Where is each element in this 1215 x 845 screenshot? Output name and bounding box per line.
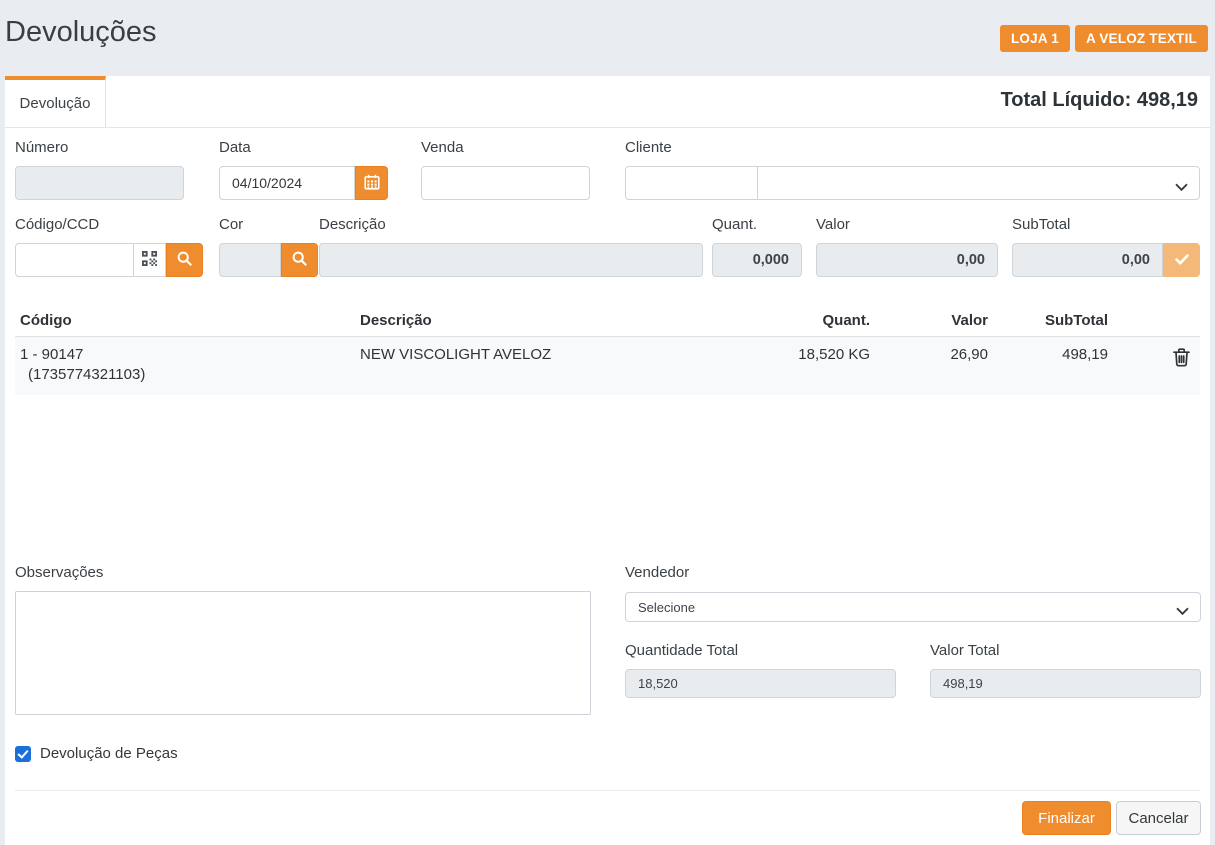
item-codigo: 1 - 90147 (1735774321103) bbox=[15, 346, 360, 383]
devolucao-panel: Devolução Total Líquido: 498,19 Número D… bbox=[5, 76, 1210, 845]
tab-devolucao[interactable]: Devolução bbox=[5, 76, 106, 127]
page-title: Devoluções bbox=[5, 16, 157, 49]
quant-input bbox=[712, 243, 802, 277]
devolucao-pecas-row: Devolução de Peças bbox=[15, 745, 178, 762]
calendar-button[interactable] bbox=[355, 166, 388, 200]
col-valor: Valor bbox=[870, 312, 988, 329]
total-liquido-label: Total Líquido: bbox=[1001, 89, 1132, 111]
qr-code-icon bbox=[142, 251, 157, 269]
vendedor-label: Vendedor bbox=[625, 564, 689, 581]
cliente-select-wrap bbox=[757, 166, 1200, 200]
subtotal-label: SubTotal bbox=[1012, 216, 1070, 233]
barcode-scan-button[interactable] bbox=[134, 243, 166, 277]
cor-label: Cor bbox=[219, 216, 243, 233]
tabbar-divider bbox=[5, 127, 1210, 128]
item-quant: 18,520 KG bbox=[665, 346, 870, 383]
venda-input[interactable] bbox=[421, 166, 590, 200]
cancelar-button[interactable]: Cancelar bbox=[1116, 801, 1201, 835]
item-subtotal: 498,19 bbox=[988, 346, 1108, 383]
calendar-icon bbox=[364, 174, 380, 193]
finalizar-button[interactable]: Finalizar bbox=[1022, 801, 1111, 835]
cor-input bbox=[219, 243, 281, 277]
observacoes-label: Observações bbox=[15, 564, 103, 581]
cor-search-button[interactable] bbox=[281, 243, 318, 277]
search-icon bbox=[177, 251, 192, 269]
table-row: 1 - 90147 (1735774321103) NEW VISCOLIGHT… bbox=[15, 337, 1200, 395]
header-badges: LOJA 1 A VELOZ TEXTIL bbox=[1000, 25, 1208, 52]
item-actions bbox=[1108, 346, 1200, 383]
cliente-select[interactable] bbox=[757, 166, 1200, 200]
total-liquido-value: 498,19 bbox=[1137, 89, 1198, 111]
confirm-item-button bbox=[1163, 243, 1200, 277]
devolucao-pecas-label: Devolução de Peças bbox=[40, 745, 178, 762]
top-header: Devoluções LOJA 1 A VELOZ TEXTIL bbox=[0, 0, 1215, 76]
devolucao-pecas-checkbox[interactable] bbox=[15, 746, 31, 762]
venda-label: Venda bbox=[421, 139, 464, 156]
numero-input bbox=[15, 166, 184, 200]
search-icon bbox=[292, 251, 307, 269]
quant-label: Quant. bbox=[712, 216, 757, 233]
valor-total-input bbox=[930, 669, 1201, 698]
codigo-search-button[interactable] bbox=[166, 243, 203, 277]
data-label: Data bbox=[219, 139, 251, 156]
footer-divider bbox=[15, 790, 1200, 791]
check-icon bbox=[1175, 253, 1189, 268]
valor-label: Valor bbox=[816, 216, 850, 233]
vendedor-select-wrap: Selecione bbox=[625, 592, 1201, 622]
descricao-input bbox=[319, 243, 703, 277]
store-badge[interactable]: LOJA 1 bbox=[1000, 25, 1070, 52]
delete-item-button[interactable] bbox=[1173, 348, 1190, 370]
quantidade-total-label: Quantidade Total bbox=[625, 642, 738, 659]
data-input[interactable] bbox=[219, 166, 355, 200]
items-table-header: Código Descrição Quant. Valor SubTotal bbox=[15, 305, 1200, 337]
col-descricao: Descrição bbox=[360, 312, 665, 329]
col-subtotal: SubTotal bbox=[988, 312, 1108, 329]
quantidade-total-input bbox=[625, 669, 896, 698]
subtotal-input bbox=[1012, 243, 1163, 277]
cliente-label: Cliente bbox=[625, 139, 672, 156]
trash-icon bbox=[1173, 355, 1190, 370]
valor-input bbox=[816, 243, 998, 277]
codigo-ccd-label: Código/CCD bbox=[15, 216, 99, 233]
item-codigo-line2: (1735774321103) bbox=[20, 366, 360, 383]
vendedor-select[interactable]: Selecione bbox=[625, 592, 1201, 622]
col-quant: Quant. bbox=[665, 312, 870, 329]
items-table: Código Descrição Quant. Valor SubTotal 1… bbox=[15, 305, 1200, 395]
col-codigo: Código bbox=[15, 312, 360, 329]
item-descricao: NEW VISCOLIGHT AVELOZ bbox=[360, 346, 665, 383]
cliente-code-input[interactable] bbox=[625, 166, 758, 200]
numero-label: Número bbox=[15, 139, 68, 156]
descricao-label: Descrição bbox=[319, 216, 386, 233]
total-liquido: Total Líquido: 498,19 bbox=[1001, 89, 1198, 112]
company-badge[interactable]: A VELOZ TEXTIL bbox=[1075, 25, 1208, 52]
item-valor: 26,90 bbox=[870, 346, 988, 383]
item-codigo-line1: 1 - 90147 bbox=[20, 346, 360, 363]
codigo-ccd-input[interactable] bbox=[15, 243, 134, 277]
valor-total-label: Valor Total bbox=[930, 642, 1000, 659]
observacoes-textarea[interactable] bbox=[15, 591, 591, 715]
